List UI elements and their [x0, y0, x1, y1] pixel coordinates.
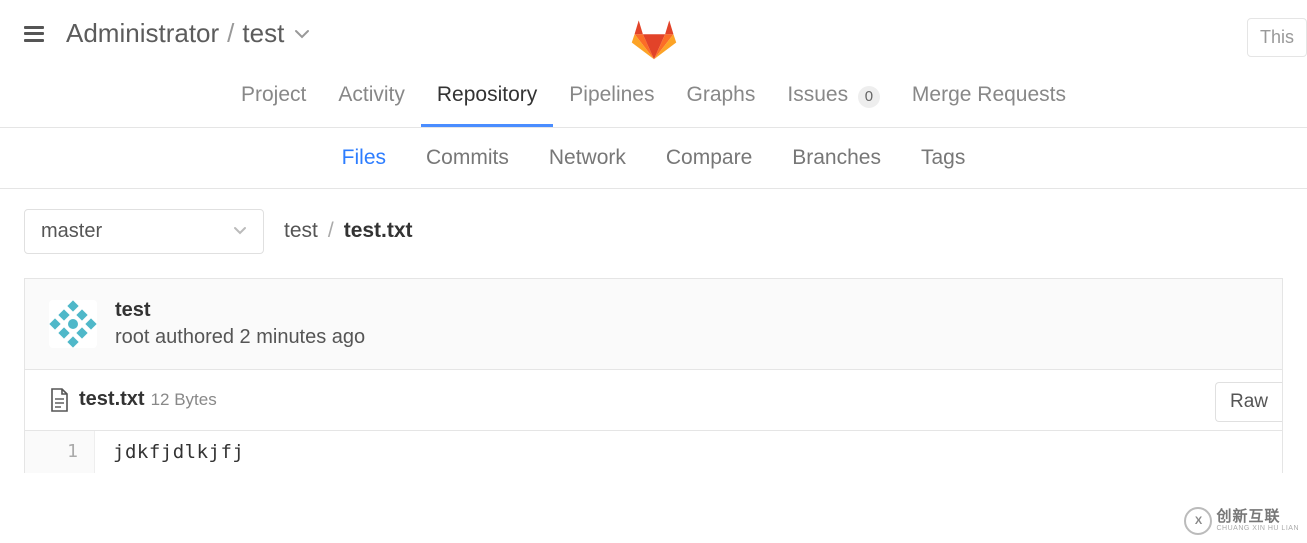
- watermark: X 创新互联 CHUANG XIN HU LIAN: [1184, 507, 1299, 535]
- breadcrumb-separator: /: [227, 18, 234, 49]
- code-view: 1 jdkfjdlkjfj: [24, 431, 1283, 473]
- gitlab-logo-icon[interactable]: [627, 12, 681, 67]
- sub-tab-files[interactable]: Files: [322, 146, 406, 170]
- watermark-text-small: CHUANG XIN HU LIAN: [1216, 525, 1299, 533]
- branch-select[interactable]: master: [24, 209, 264, 254]
- watermark-text-big: 创新互联: [1216, 509, 1299, 526]
- tab-repository[interactable]: Repository: [421, 69, 553, 127]
- sub-tab-compare[interactable]: Compare: [646, 146, 772, 170]
- line-number[interactable]: 1: [25, 431, 95, 473]
- project-breadcrumb: Administrator / test: [66, 18, 310, 49]
- path-file: test.txt: [344, 219, 413, 243]
- file-icon: [49, 388, 69, 412]
- path-separator: /: [328, 219, 334, 243]
- tab-merge-requests[interactable]: Merge Requests: [896, 69, 1082, 127]
- tab-issues[interactable]: Issues 0: [771, 69, 896, 127]
- last-commit-panel: test root authored 2 minutes ago: [24, 278, 1283, 370]
- chevron-down-icon[interactable]: [294, 22, 310, 45]
- issues-count-badge: 0: [858, 86, 880, 108]
- main-tabs: Project Activity Repository Pipelines Gr…: [0, 69, 1307, 128]
- owner-link[interactable]: Administrator: [66, 18, 219, 49]
- file-name: test.txt: [79, 388, 145, 411]
- file-size: 12 Bytes: [151, 390, 217, 410]
- tab-graphs[interactable]: Graphs: [671, 69, 772, 127]
- path-dir[interactable]: test: [284, 219, 318, 243]
- sub-tab-network[interactable]: Network: [529, 146, 646, 170]
- search-input[interactable]: This: [1247, 18, 1307, 57]
- raw-button[interactable]: Raw: [1215, 382, 1282, 422]
- avatar: [49, 300, 97, 348]
- repository-sub-tabs: Files Commits Network Compare Branches T…: [0, 128, 1307, 189]
- project-link[interactable]: test: [242, 18, 284, 49]
- chevron-down-icon: [233, 222, 247, 240]
- tab-issues-label: Issues: [787, 83, 848, 106]
- sub-tab-commits[interactable]: Commits: [406, 146, 529, 170]
- tab-pipelines[interactable]: Pipelines: [553, 69, 670, 127]
- menu-icon[interactable]: [24, 26, 44, 42]
- sub-tab-tags[interactable]: Tags: [901, 146, 985, 170]
- sub-tab-branches[interactable]: Branches: [772, 146, 901, 170]
- watermark-icon: X: [1184, 507, 1212, 535]
- line-content: jdkfjdlkjfj: [95, 431, 262, 473]
- branch-name: master: [41, 220, 102, 243]
- file-path-breadcrumb: test / test.txt: [284, 219, 413, 243]
- tab-project[interactable]: Project: [225, 69, 322, 127]
- tab-activity[interactable]: Activity: [322, 69, 421, 127]
- commit-message[interactable]: test: [115, 299, 365, 322]
- file-header: test.txt 12 Bytes Raw: [24, 370, 1283, 431]
- commit-author-line: root authored 2 minutes ago: [115, 326, 365, 349]
